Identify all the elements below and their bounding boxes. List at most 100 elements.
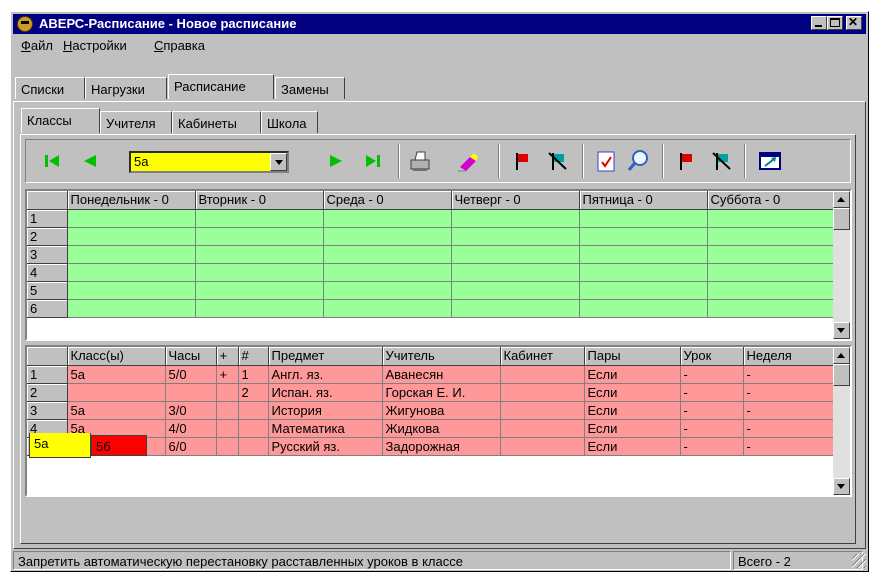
schedule-cell[interactable] xyxy=(707,299,836,318)
schedule-cell[interactable] xyxy=(579,281,708,300)
cell-teacher[interactable]: Аванесян xyxy=(382,365,501,384)
schedule-cell[interactable] xyxy=(579,263,708,282)
row-header[interactable]: 2 xyxy=(27,227,68,246)
chevron-down-icon[interactable] xyxy=(270,153,287,171)
schedule-cell[interactable] xyxy=(579,245,708,264)
menu-settings[interactable]: Настройки xyxy=(63,38,127,53)
lessons-scrollbar[interactable] xyxy=(833,347,850,495)
tab-lists[interactable]: Списки xyxy=(15,77,85,99)
schedule-cell[interactable] xyxy=(67,263,196,282)
column-header[interactable]: Предмет xyxy=(268,347,383,366)
tab-loads[interactable]: Нагрузки xyxy=(85,77,167,99)
schedule-cell[interactable] xyxy=(707,245,836,264)
schedule-cell[interactable] xyxy=(707,227,836,246)
row-header[interactable]: 3 xyxy=(27,245,68,264)
cell-week[interactable]: - xyxy=(743,365,836,384)
printer-icon[interactable] xyxy=(406,147,434,175)
row-header[interactable]: 5 xyxy=(27,281,68,300)
schedule-scrollbar[interactable] xyxy=(833,191,850,339)
column-header-friday[interactable]: Пятница - 0 xyxy=(579,191,708,210)
cell-pairs[interactable]: Если xyxy=(584,437,681,456)
schedule-cell[interactable] xyxy=(451,281,580,300)
close-button[interactable]: ✕ xyxy=(846,15,862,30)
class-tab-5b[interactable]: 5б xyxy=(91,435,147,456)
tab-schedule[interactable]: Расписание xyxy=(168,74,274,99)
schedule-cell[interactable] xyxy=(579,227,708,246)
schedule-cell[interactable] xyxy=(451,245,580,264)
menu-help[interactable]: Справка xyxy=(154,38,205,53)
schedule-cell[interactable] xyxy=(67,281,196,300)
unflag-all-icon[interactable] xyxy=(708,147,736,175)
cell-room[interactable] xyxy=(500,401,585,420)
schedule-cell[interactable] xyxy=(195,209,324,228)
next-icon[interactable] xyxy=(322,147,350,175)
scroll-thumb[interactable] xyxy=(833,364,850,386)
column-header[interactable]: + xyxy=(216,347,239,366)
column-header[interactable]: Часы xyxy=(165,347,217,366)
schedule-cell[interactable] xyxy=(323,209,452,228)
unflag-icon[interactable] xyxy=(544,147,572,175)
cell-week[interactable]: - xyxy=(743,383,836,402)
schedule-cell[interactable] xyxy=(67,209,196,228)
schedule-cell[interactable] xyxy=(323,227,452,246)
row-header[interactable]: 6 xyxy=(27,299,68,318)
cell-cls[interactable]: 5а xyxy=(67,365,166,384)
scroll-down-icon[interactable] xyxy=(833,478,850,495)
column-header[interactable]: Класс(ы) xyxy=(67,347,166,366)
cell-room[interactable] xyxy=(500,383,585,402)
cell-plus[interactable] xyxy=(216,383,239,402)
table-row[interactable]: 3 5а 3/0 История Жигунова Если - - xyxy=(27,401,836,420)
row-header[interactable]: 3 xyxy=(27,401,68,420)
menu-file[interactable]: Файл xyxy=(21,38,53,53)
schedule-cell[interactable] xyxy=(67,299,196,318)
cell-cls[interactable]: 5а xyxy=(67,401,166,420)
row-header[interactable]: 1 xyxy=(27,365,68,384)
column-header[interactable]: Урок xyxy=(680,347,744,366)
cell-hours[interactable]: 5/0 xyxy=(165,365,217,384)
schedule-cell[interactable] xyxy=(323,263,452,282)
schedule-cell[interactable] xyxy=(451,209,580,228)
schedule-cell[interactable] xyxy=(195,263,324,282)
class-tab-5a[interactable]: 5а xyxy=(29,433,91,458)
eraser-icon[interactable] xyxy=(454,147,482,175)
cell-week[interactable]: - xyxy=(743,401,836,420)
schedule-cell[interactable] xyxy=(451,227,580,246)
schedule-cell[interactable] xyxy=(195,227,324,246)
cell-week[interactable]: - xyxy=(743,419,836,438)
column-header[interactable]: # xyxy=(238,347,269,366)
cell-room[interactable] xyxy=(500,419,585,438)
schedule-cell[interactable] xyxy=(67,227,196,246)
schedule-cell[interactable] xyxy=(323,281,452,300)
column-header-monday[interactable]: Понедельник - 0 xyxy=(67,191,196,210)
row-header[interactable]: 1 xyxy=(27,209,68,228)
schedule-cell[interactable] xyxy=(707,263,836,282)
schedule-cell[interactable] xyxy=(195,281,324,300)
check-doc-icon[interactable] xyxy=(592,147,620,175)
scroll-up-icon[interactable] xyxy=(833,191,850,208)
cell-teacher[interactable]: Жигунова xyxy=(382,401,501,420)
app-icon[interactable] xyxy=(17,16,33,32)
cell-teacher[interactable]: Задорожная xyxy=(382,437,501,456)
tab-school[interactable]: Школа xyxy=(261,111,318,133)
cell-room[interactable] xyxy=(500,437,585,456)
cell-room[interactable] xyxy=(500,365,585,384)
schedule-cell[interactable] xyxy=(451,263,580,282)
schedule-cell[interactable] xyxy=(67,245,196,264)
schedule-cell[interactable] xyxy=(195,245,324,264)
class-select[interactable]: 5а xyxy=(129,151,289,173)
prev-icon[interactable] xyxy=(76,147,104,175)
cell-hours[interactable] xyxy=(165,383,217,402)
schedule-cell[interactable] xyxy=(323,299,452,318)
cell-teacher[interactable]: Жидкова xyxy=(382,419,501,438)
cell-lesson[interactable]: - xyxy=(680,419,744,438)
column-header-tuesday[interactable]: Вторник - 0 xyxy=(195,191,324,210)
scroll-up-icon[interactable] xyxy=(833,347,850,364)
cell-cls[interactable] xyxy=(67,383,166,402)
cell-pairs[interactable]: Если xyxy=(584,419,681,438)
last-icon[interactable] xyxy=(358,147,386,175)
cell-lesson[interactable]: - xyxy=(680,401,744,420)
tab-classes[interactable]: Классы xyxy=(21,108,100,133)
schedule-cell[interactable] xyxy=(707,281,836,300)
cell-teacher[interactable]: Горская Е. И. xyxy=(382,383,501,402)
cell-num[interactable]: 1 xyxy=(238,365,269,384)
